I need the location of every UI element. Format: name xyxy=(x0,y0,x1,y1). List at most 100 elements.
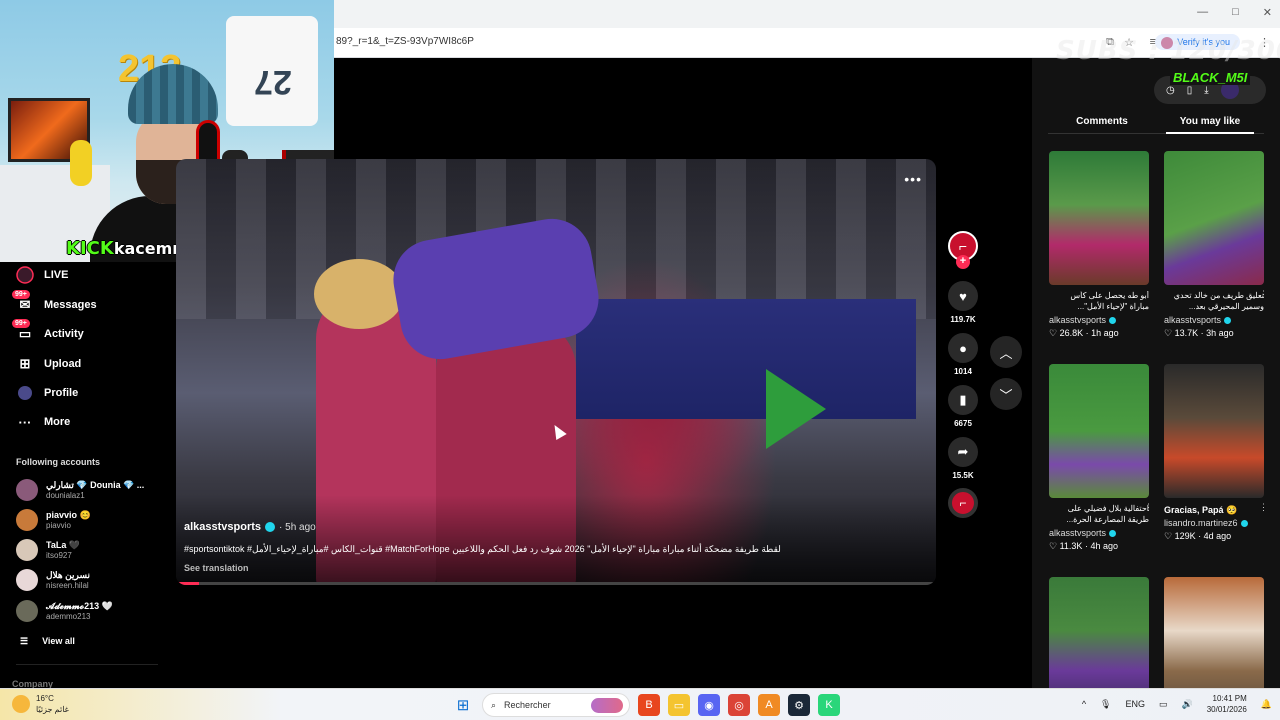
app-a-icon[interactable]: A xyxy=(758,694,780,716)
verified-badge-icon xyxy=(1109,529,1117,537)
video-author[interactable]: alkasstvsports · 5h ago xyxy=(184,521,316,533)
follow-plus-icon[interactable]: + xyxy=(956,255,970,269)
comment-action[interactable]: ● 1014 xyxy=(948,333,978,376)
maximize-button[interactable]: □ xyxy=(1232,6,1239,19)
tweety-figure xyxy=(70,140,92,186)
comment-count: 1014 xyxy=(954,367,972,376)
avatar xyxy=(16,569,38,591)
video-progress-bar[interactable] xyxy=(176,582,936,585)
brave-icon[interactable]: B xyxy=(638,694,660,716)
nav-upload[interactable]: ⊞ Upload xyxy=(16,355,82,373)
card-thumbnail xyxy=(1164,577,1264,688)
like-count: 119.7K xyxy=(950,315,976,324)
nav-label: Upload xyxy=(44,358,82,370)
following-account[interactable]: TaLa 🖤 itso927 xyxy=(16,539,80,561)
close-button[interactable]: ✕ xyxy=(1263,6,1272,19)
heart-outline-icon: ♡ xyxy=(1049,328,1060,338)
card-author-row: alkasstvsports xyxy=(1049,528,1149,538)
recommended-card[interactable]: Gracias, Papá 🥺 lisandro.martinez6 ♡ 129… xyxy=(1164,364,1268,542)
see-translation-link[interactable]: See translation xyxy=(184,563,249,573)
profile-icon xyxy=(16,384,34,402)
share-action[interactable]: ➦ 15.5K xyxy=(948,437,978,480)
card-menu-icon[interactable]: ⋮ xyxy=(1259,502,1268,513)
verified-badge-icon xyxy=(265,522,276,532)
phone-icon[interactable]: ▯ xyxy=(1187,85,1193,96)
volume-icon[interactable]: 🔊 xyxy=(1182,699,1193,710)
card-time: 3h ago xyxy=(1206,328,1234,338)
weather-temp: 16°C xyxy=(36,694,54,703)
discord-icon[interactable]: ◉ xyxy=(698,694,720,716)
card-meta: ♡ 11.3K · 4h ago xyxy=(1049,541,1118,551)
timer-icon[interactable]: ◷ xyxy=(1166,85,1175,96)
windows-start-icon[interactable]: ⊞ xyxy=(452,694,474,716)
nav-profile[interactable]: Profile xyxy=(16,384,78,402)
nav-live[interactable]: LIVE xyxy=(16,266,68,284)
card-thumbnail xyxy=(1049,364,1149,498)
recommended-card[interactable]: احتفالية بلال فضيلي على طريقة المصارعة ا… xyxy=(1049,364,1153,552)
following-account[interactable]: piavvio 😊 piavvio xyxy=(16,509,91,531)
file-explorer-icon[interactable]: ▭ xyxy=(668,694,690,716)
card-author-row: alkasstvsports xyxy=(1049,315,1149,325)
minimize-button[interactable]: — xyxy=(1197,6,1208,19)
avatar xyxy=(16,509,38,531)
card-author-row: alkasstvsports xyxy=(1164,315,1264,325)
recommended-card[interactable] xyxy=(1164,577,1264,688)
next-video-button[interactable]: ﹀ xyxy=(990,378,1022,410)
list-icon: ☰ xyxy=(20,636,29,646)
video-progress-fill xyxy=(176,582,199,585)
card-thumbnail xyxy=(1164,364,1264,498)
steam-icon[interactable]: ⚙ xyxy=(788,694,810,716)
card-menu-icon[interactable]: ⋮ xyxy=(1259,289,1268,300)
tab-you-may-like[interactable]: You may like xyxy=(1156,108,1264,134)
card-thumbnail xyxy=(1049,151,1149,285)
card-menu-icon[interactable]: ⋮ xyxy=(1144,502,1153,513)
recommended-card[interactable] xyxy=(1049,577,1149,688)
nav-messages[interactable]: ✉ 99+ Messages xyxy=(12,290,97,314)
search-icon: ⌕ xyxy=(491,699,497,710)
sound-disc-button[interactable]: ⌐ xyxy=(948,488,978,518)
language-indicator[interactable]: ENG xyxy=(1125,699,1145,709)
kick-app-icon[interactable]: K xyxy=(818,694,840,716)
following-account[interactable]: 𝓐𝓭𝓮𝓶𝓶𝓸213 🤍 ademmo213 xyxy=(16,600,113,622)
account-handle: itso927 xyxy=(46,551,72,560)
recommended-card[interactable]: تعليق طريف من خالد تحدي وسمير المحيرقي ب… xyxy=(1164,151,1268,339)
clock[interactable]: 10:41 PM 30/01/2026 xyxy=(1207,693,1247,715)
heart-outline-icon: ♡ xyxy=(1164,531,1175,541)
verified-badge-icon xyxy=(1109,316,1117,324)
heart-outline-icon: ♡ xyxy=(1164,328,1175,338)
following-header: Following accounts xyxy=(16,457,101,467)
download-icon[interactable]: ⤓ xyxy=(1204,85,1208,96)
taskbar-search[interactable]: ⌕ Rechercher xyxy=(482,693,630,717)
avatar xyxy=(16,600,38,622)
verified-badge-icon xyxy=(1224,316,1232,324)
save-action[interactable]: ▮ 6675 xyxy=(948,385,978,428)
notification-badge: 99+ xyxy=(12,290,30,299)
card-time: 4d ago xyxy=(1203,531,1232,541)
heart-icon: ♥ xyxy=(948,281,978,311)
network-icon[interactable]: ▭ xyxy=(1159,699,1168,710)
recommended-card[interactable]: أبو طه يحصل على كأس مباراة "لإحياء الأمل… xyxy=(1049,151,1149,339)
like-action[interactable]: ♥ 119.7K xyxy=(948,281,978,324)
video-player-hair xyxy=(314,259,404,329)
nav-more[interactable]: ··· More xyxy=(16,413,71,431)
tray-chevron-icon[interactable]: ^ xyxy=(1082,699,1086,709)
notification-bell-icon[interactable]: 🔔 xyxy=(1261,699,1272,710)
weather-widget[interactable]: 16°C غائم جزئيًا xyxy=(12,693,69,715)
video-more-options-icon[interactable]: ••• xyxy=(904,171,922,187)
previous-video-button[interactable]: ︿ xyxy=(990,336,1022,368)
microphone-icon[interactable]: 🎙 xyxy=(1100,699,1111,710)
following-account[interactable]: تشارلي 💎 Dounia 💎 ... dounialaz1 xyxy=(16,479,144,501)
video-wall xyxy=(576,299,916,419)
save-count: 6675 xyxy=(954,419,972,428)
following-account[interactable]: نسرين هلال nisreen.hilal xyxy=(16,569,90,591)
tab-comments[interactable]: Comments xyxy=(1048,108,1156,133)
chrome-icon[interactable]: ◎ xyxy=(728,694,750,716)
url-field[interactable]: 89?_r=1&_t=ZS-93Vp7WI8c6P xyxy=(336,36,474,47)
card-caption: أبو طه يحصل على كأس مباراة "لإحياء الأمل… xyxy=(1070,291,1149,311)
share-count: 15.5K xyxy=(952,471,974,480)
video-player[interactable]: ••• alkasstvsports · 5h ago #sportsontik… xyxy=(176,159,936,585)
view-all-link[interactable]: ☰ View all xyxy=(20,636,75,647)
account-name: TaLa 🖤 xyxy=(46,540,81,550)
sidebar-divider xyxy=(16,664,158,665)
nav-activity[interactable]: ▭ 99+ Activity xyxy=(12,319,84,343)
